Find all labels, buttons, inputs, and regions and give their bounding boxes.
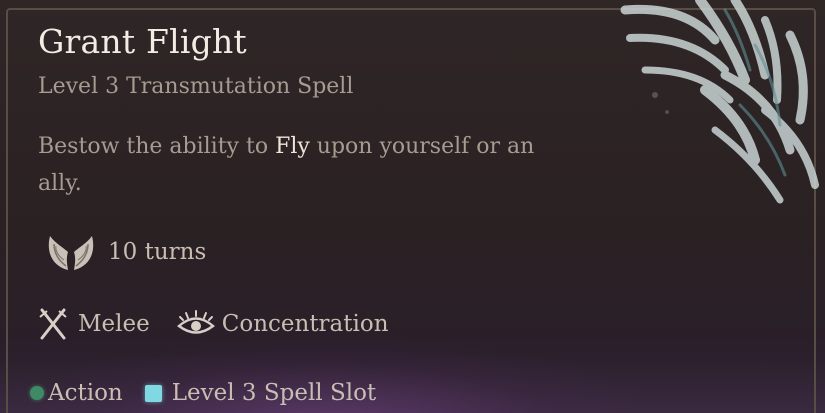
- cost-row: Action Level 3 Spell Slot: [30, 380, 376, 406]
- description-text: Bestow the ability to: [38, 134, 276, 159]
- duration-label: 10 turns: [108, 239, 207, 265]
- cost-label-action: Action: [48, 380, 123, 406]
- spell-slot-icon: [144, 384, 162, 402]
- action-dot-icon: [30, 386, 44, 400]
- crossed-swords-icon: [38, 307, 68, 341]
- duration-row: 10 turns: [44, 230, 206, 274]
- eye-concentration-icon: [176, 309, 216, 339]
- properties-row: Melee Concentration: [38, 307, 389, 341]
- spell-tooltip: Grant Flight Level 3 Transmutation Spell…: [0, 0, 825, 413]
- spell-title: Grant Flight: [38, 22, 247, 61]
- feather-wing-art-icon: [620, 0, 819, 204]
- property-label-melee: Melee: [78, 311, 150, 337]
- wings-icon: [44, 230, 98, 274]
- spell-description: Bestow the ability to Fly upon yourself …: [38, 128, 578, 202]
- property-label-concentration: Concentration: [221, 311, 389, 337]
- keyword-fly[interactable]: Fly: [275, 134, 310, 159]
- spell-subtitle: Level 3 Transmutation Spell: [38, 74, 354, 99]
- cost-label-spell-slot: Level 3 Spell Slot: [171, 380, 377, 406]
